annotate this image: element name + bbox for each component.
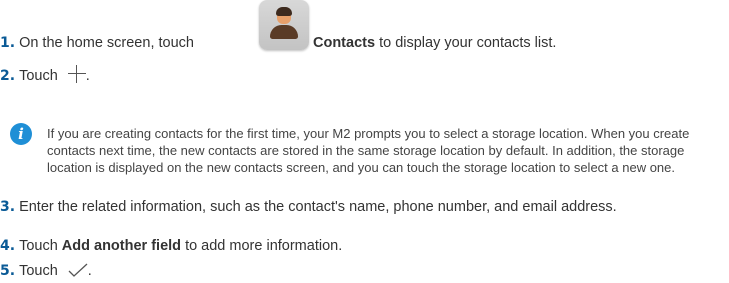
- step-text: to display your contacts list.: [379, 35, 557, 51]
- add-another-field-label: Add another field: [61, 238, 182, 254]
- step-text: Touch: [19, 263, 58, 279]
- info-icon: i: [10, 123, 32, 145]
- step-1-continuation: Contacts to display your contacts list.: [313, 34, 556, 52]
- contacts-app-icon: [259, 0, 309, 50]
- step-1: 1. On the home screen, touch: [0, 34, 194, 52]
- step-number: 2.: [0, 68, 16, 84]
- step-text: Touch: [19, 238, 58, 254]
- step-text: On the home screen, touch: [19, 35, 194, 51]
- step-text: Enter the related information, such as t…: [19, 199, 617, 215]
- check-icon: [68, 263, 88, 277]
- step-suffix: .: [85, 68, 90, 84]
- contacts-label: Contacts: [313, 35, 376, 51]
- plus-icon: [67, 65, 86, 83]
- info-note: If you are creating contacts for the fir…: [47, 126, 690, 175]
- step-suffix: .: [87, 263, 92, 279]
- step-text: Touch: [19, 68, 58, 84]
- step-number: 5.: [0, 263, 16, 279]
- step-5: 5. Touch .: [0, 262, 92, 280]
- step-text: to add more information.: [185, 238, 343, 254]
- step-4: 4. Touch Add another field to add more in…: [0, 237, 342, 255]
- step-3: 3. Enter the related information, such as…: [0, 198, 700, 216]
- step-2: 2. Touch .: [0, 65, 90, 85]
- step-number: 1.: [0, 35, 16, 51]
- step-number: 4.: [0, 238, 16, 254]
- step-number: 3.: [0, 199, 16, 215]
